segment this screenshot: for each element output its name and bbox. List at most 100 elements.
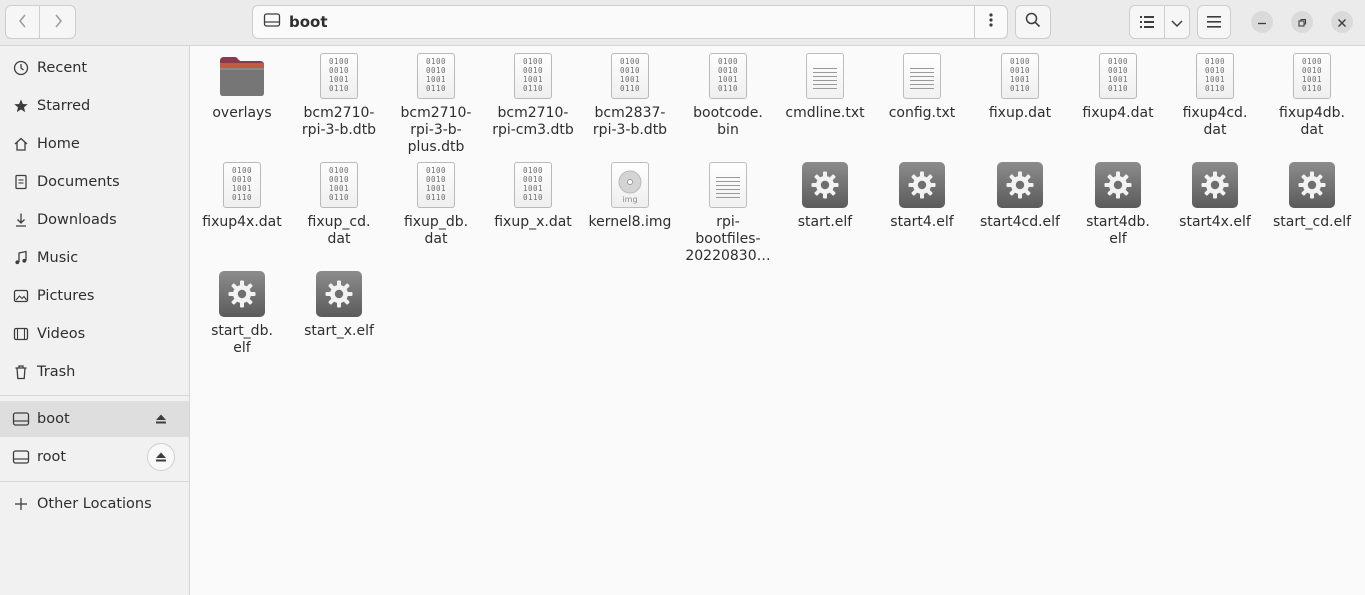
list-view-button[interactable] [1129, 5, 1165, 39]
view-options-button[interactable] [1164, 5, 1190, 39]
file-grid: overlays 0100 0010 1001 0110 bcm2710- rpi-3-b.… [191, 46, 1365, 595]
sidebar-item-label: Home [37, 136, 80, 152]
sidebar-item-label: root [37, 449, 67, 465]
binary-icon-text: 0100 [1204, 57, 1226, 66]
file-name-line: rpi-3-b.dtb [301, 122, 377, 138]
binary-icon-text: 0010 [231, 175, 253, 184]
file-name: cmdline.txt [777, 105, 873, 122]
file-name: fixup_x.dat [485, 214, 581, 231]
download-icon [12, 211, 30, 229]
eject-icon[interactable] [148, 408, 174, 430]
file-item[interactable]: start4cd.elf [972, 161, 1068, 231]
home-icon [12, 135, 30, 153]
file-name: start4x.elf [1167, 214, 1263, 231]
sidebar-item-documents[interactable]: Documents [0, 164, 189, 200]
sidebar-item-label: Other Locations [37, 496, 152, 512]
file-item[interactable]: 0100 0010 1001 0110 fixup_db. dat [388, 161, 484, 248]
back-button[interactable] [5, 5, 40, 39]
file-name: start4cd.elf [972, 214, 1068, 231]
file-item[interactable]: overlays [194, 52, 290, 122]
forward-button[interactable] [40, 5, 76, 39]
file-item[interactable]: 0100 0010 1001 0110 bcm2710- rpi-3-b.dtb [291, 52, 387, 139]
sidebar-item-root[interactable]: root [0, 439, 189, 475]
file-name-line: bcm2710- [497, 105, 569, 121]
sidebar-item-videos[interactable]: Videos [0, 316, 189, 352]
binary-icon-text: 0010 [619, 66, 641, 75]
file-item[interactable]: start4x.elf [1167, 161, 1263, 231]
file-name: fixup4x.dat [194, 214, 290, 231]
binary-icon-text: 0100 [522, 57, 544, 66]
file-item[interactable]: 0100 0010 1001 0110 fixup_cd. dat [291, 161, 387, 248]
main-menu-button[interactable] [1197, 5, 1231, 39]
binary-file-icon: 0100 0010 1001 0110 [509, 161, 557, 209]
sidebar-item-home[interactable]: Home [0, 126, 189, 162]
file-name-line: start4x.elf [1179, 214, 1251, 230]
sidebar-item-downloads[interactable]: Downloads [0, 202, 189, 238]
binary-icon-text: 0010 [1107, 66, 1129, 75]
file-item[interactable]: start4.elf [874, 161, 970, 231]
list-view-icon [1140, 13, 1154, 32]
binary-icon-text: 0110 [1204, 84, 1226, 93]
sidebar-item-label: Downloads [37, 212, 117, 228]
file-name-line: rpi-3-b- [410, 122, 462, 138]
sidebar-item-starred[interactable]: Starred [0, 88, 189, 124]
eject-icon[interactable] [147, 443, 175, 471]
drive-icon [12, 448, 30, 466]
binary-icon-text: 0100 [1107, 57, 1129, 66]
file-item[interactable]: img kernel8.img [582, 161, 678, 231]
file-item[interactable]: start.elf [777, 161, 873, 231]
file-item[interactable]: start4db. elf [1070, 161, 1166, 248]
binary-icon-text: 1001 [522, 75, 544, 84]
disk-image-icon: img [606, 161, 654, 209]
sidebar-item-label: Music [37, 250, 79, 266]
sidebar-item-pictures[interactable]: Pictures [0, 278, 189, 314]
file-name-line: start_x.elf [304, 323, 374, 339]
file-item[interactable]: 0100 0010 1001 0110 fixup4cd. dat [1167, 52, 1263, 139]
minimize-button[interactable] [1251, 11, 1273, 33]
binary-file-icon: 0100 0010 1001 0110 [315, 52, 363, 100]
file-name: bcm2710- rpi-cm3.dtb [485, 105, 581, 139]
file-item[interactable]: 0100 0010 1001 0110 fixup4db. dat [1264, 52, 1360, 139]
sidebar-item-music[interactable]: Music [0, 240, 189, 276]
sidebar-item-other-locations[interactable]: Other Locations [0, 486, 189, 522]
file-name-line: elf [233, 340, 251, 356]
binary-icon-text: 0010 [328, 66, 350, 75]
sidebar-item-recent[interactable]: Recent [0, 50, 189, 86]
file-item[interactable]: 0100 0010 1001 0110 bcm2710- rpi-cm3.dtb [485, 52, 581, 139]
trash-icon [12, 363, 30, 381]
close-button[interactable] [1331, 11, 1353, 33]
sidebar-item-label: Documents [37, 174, 120, 190]
file-item[interactable]: 0100 0010 1001 0110 fixup4.dat [1070, 52, 1166, 122]
file-item[interactable]: rpi-bootfiles- 20220830… [680, 161, 776, 265]
file-item[interactable]: start_x.elf [291, 270, 387, 340]
maximize-button[interactable] [1291, 11, 1313, 33]
file-item[interactable]: cmdline.txt [777, 52, 873, 122]
file-name-line: 20220830… [685, 248, 771, 264]
binary-icon-text: 0010 [1009, 66, 1031, 75]
file-item[interactable]: 0100 0010 1001 0110 fixup_x.dat [485, 161, 581, 231]
sidebar-item-boot[interactable]: boot [0, 401, 189, 437]
path-menu-button[interactable] [974, 5, 1008, 39]
file-item[interactable]: 0100 0010 1001 0110 bcm2837- rpi-3-b.dtb [582, 52, 678, 139]
sidebar-item-trash[interactable]: Trash [0, 354, 189, 390]
file-name-line: rpi- [716, 214, 740, 230]
binary-icon-text: 1001 [425, 75, 447, 84]
path-bar[interactable]: boot [252, 5, 975, 39]
binary-icon-text: 1001 [717, 75, 739, 84]
gear-icon [801, 161, 849, 209]
file-item[interactable]: start_db. elf [194, 270, 290, 357]
file-name-line: bcm2837- [594, 105, 666, 121]
file-item[interactable]: 0100 0010 1001 0110 fixup.dat [972, 52, 1068, 122]
binary-icon-text: 0110 [328, 84, 350, 93]
binary-icon-text: 1001 [425, 184, 447, 193]
file-item[interactable]: 0100 0010 1001 0110 bcm2710- rpi-3-b-plus.dtb [388, 52, 484, 156]
file-item[interactable]: 0100 0010 1001 0110 fixup4x.dat [194, 161, 290, 231]
file-item[interactable]: config.txt [874, 52, 970, 122]
search-button[interactable] [1015, 5, 1051, 39]
binary-icon-text: 0010 [328, 175, 350, 184]
binary-icon-text: 0110 [1301, 84, 1323, 93]
file-name: rpi-bootfiles- 20220830… [680, 214, 776, 265]
file-item[interactable]: 0100 0010 1001 0110 bootcode. bin [680, 52, 776, 139]
file-name-line: dat [424, 231, 448, 247]
file-item[interactable]: start_cd.elf [1264, 161, 1360, 231]
